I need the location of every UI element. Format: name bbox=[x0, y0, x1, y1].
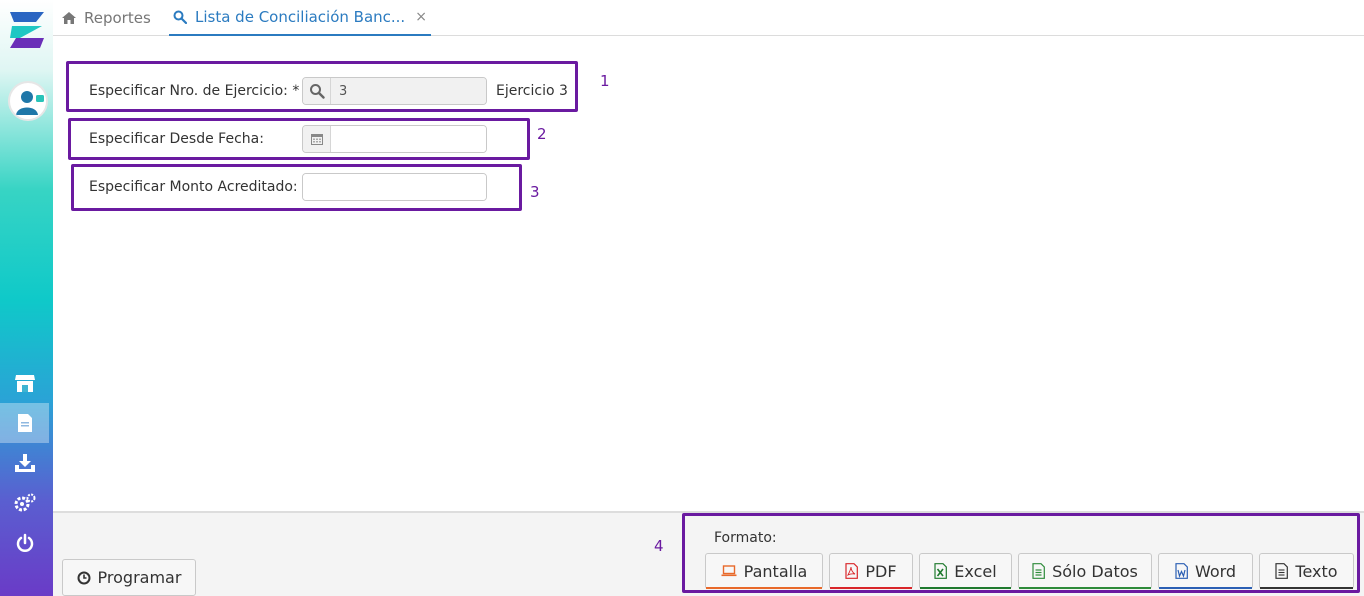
clock-icon bbox=[77, 571, 91, 584]
annotation-box-2 bbox=[68, 118, 530, 160]
user-avatar[interactable] bbox=[8, 81, 48, 121]
tab-reportes[interactable]: Reportes bbox=[62, 0, 151, 36]
annotation-number-2: 2 bbox=[537, 125, 547, 143]
tab-lista-conciliacion[interactable]: Lista de Conciliación Banc... × bbox=[169, 0, 431, 36]
annotation-number-1: 1 bbox=[600, 72, 610, 90]
annotation-number-4: 4 bbox=[654, 537, 664, 555]
download-icon[interactable] bbox=[0, 443, 49, 483]
power-icon[interactable] bbox=[0, 523, 49, 563]
tab-lista-label: Lista de Conciliación Banc... bbox=[195, 8, 406, 26]
annotation-box-4 bbox=[682, 513, 1360, 593]
settings-icon[interactable] bbox=[0, 483, 49, 523]
store-icon[interactable] bbox=[0, 363, 49, 403]
app-logo[interactable] bbox=[6, 8, 48, 52]
document-icon[interactable] bbox=[0, 403, 49, 443]
search-icon bbox=[173, 10, 187, 24]
close-tab-icon[interactable]: × bbox=[415, 9, 427, 25]
annotation-box-3 bbox=[71, 164, 522, 211]
annotation-box-1 bbox=[66, 61, 578, 112]
sidebar bbox=[0, 0, 53, 596]
tab-reportes-label: Reportes bbox=[84, 9, 151, 27]
tab-bar: Reportes Lista de Conciliación Banc... × bbox=[53, 0, 1364, 36]
programar-label: Programar bbox=[97, 568, 182, 587]
home-icon bbox=[62, 12, 76, 24]
annotation-number-3: 3 bbox=[530, 183, 540, 201]
programar-button[interactable]: Programar bbox=[62, 559, 196, 596]
